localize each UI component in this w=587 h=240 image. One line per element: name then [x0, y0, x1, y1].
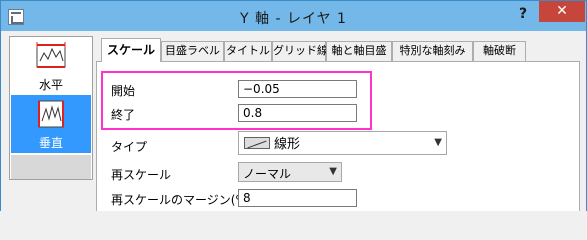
rescale-select[interactable]: ノーマル ▼: [238, 162, 342, 182]
tab-grid-lines[interactable]: グリッド線: [272, 41, 328, 61]
chevron-down-icon: ▼: [329, 166, 337, 177]
horizontal-axis-icon: [36, 42, 66, 68]
end-field[interactable]: 0.8: [238, 104, 357, 122]
chevron-down-icon: ▼: [434, 137, 442, 148]
rescale-margin-label: 再スケールのマージン(%): [111, 193, 252, 207]
tab-special-ticks[interactable]: 特別な軸刻み: [392, 41, 473, 61]
scale-type-select[interactable]: 線形 ▼: [238, 131, 447, 155]
rescale-value: ノーマル: [243, 167, 292, 181]
start-label: 開始: [111, 84, 136, 98]
sidebar-item-horizontal[interactable]: 水平: [11, 37, 91, 95]
rescale-margin-field[interactable]: 8: [238, 189, 357, 207]
sidebar-item-placeholder[interactable]: [11, 155, 91, 179]
tab-axis-and-ticks[interactable]: 軸と軸目盛: [326, 41, 392, 61]
start-field[interactable]: −0.05: [238, 80, 357, 98]
tab-title[interactable]: タイトル: [224, 41, 272, 61]
sidebar-item-label: 垂直: [38, 136, 63, 150]
scale-type-value: 線形: [274, 137, 301, 152]
end-label: 終了: [111, 108, 136, 122]
help-button[interactable]: ?: [513, 5, 533, 23]
tab-axis-break[interactable]: 軸破断: [473, 41, 526, 61]
type-label: タイプ: [111, 140, 148, 154]
linear-scale-icon: [244, 137, 270, 149]
title-bar[interactable]: Y 軸 - レイヤ 1 ? ✕: [1, 1, 586, 32]
close-button[interactable]: ✕: [539, 1, 585, 22]
rescale-label: 再スケール: [111, 168, 172, 182]
sidebar-item-vertical[interactable]: 垂直: [11, 95, 91, 153]
vertical-axis-icon: [38, 100, 64, 128]
sidebar-item-label: 水平: [38, 78, 63, 92]
tab-tick-labels[interactable]: 目盛ラベル: [161, 41, 224, 61]
tab-scale[interactable]: スケール: [101, 38, 161, 62]
window-title: Y 軸 - レイヤ 1: [240, 11, 347, 27]
axis-direction-list: 水平 垂直: [9, 36, 93, 180]
